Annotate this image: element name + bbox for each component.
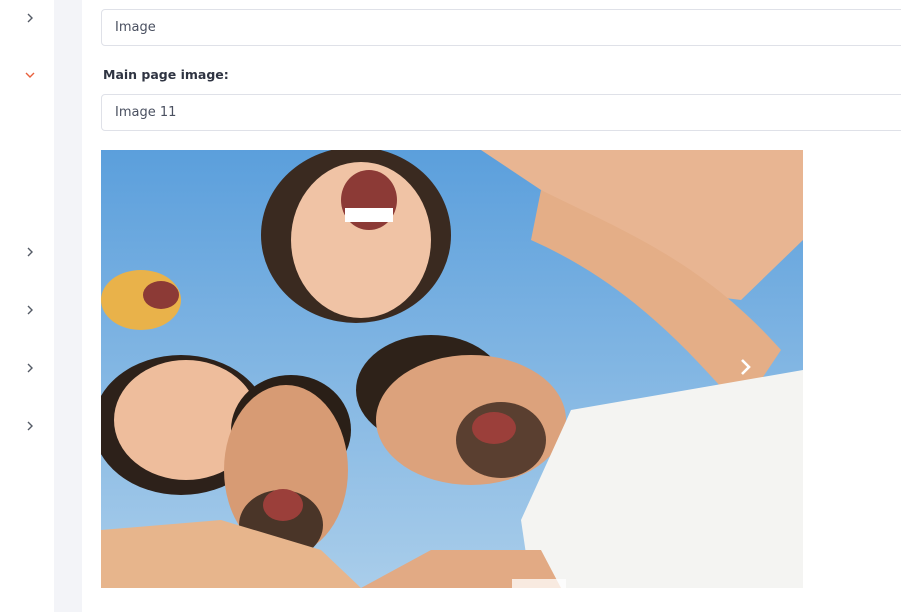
main-page-image-label: Main page image:: [103, 67, 229, 82]
main-page-image-select[interactable]: Image 11: [101, 94, 901, 131]
image-caption-bar: [512, 579, 566, 588]
image-preview: [101, 150, 803, 588]
chevron-right-icon[interactable]: [22, 244, 38, 260]
main-content: Image Main page image: Image 11: [82, 0, 901, 612]
content-type-select[interactable]: Image: [101, 9, 901, 46]
sidebar-divider: [54, 0, 82, 612]
main-page-image-select-value: Image 11: [115, 105, 177, 120]
chevron-right-icon[interactable]: [22, 360, 38, 376]
sidebar: [0, 0, 54, 612]
chevron-right-icon[interactable]: [22, 302, 38, 318]
content-type-select-value: Image: [115, 20, 156, 35]
chevron-right-icon[interactable]: [22, 418, 38, 434]
chevron-down-icon[interactable]: [22, 67, 38, 83]
group-photo-image: [101, 150, 803, 588]
chevron-right-icon[interactable]: [22, 10, 38, 26]
next-image-arrow-icon[interactable]: [739, 358, 753, 380]
